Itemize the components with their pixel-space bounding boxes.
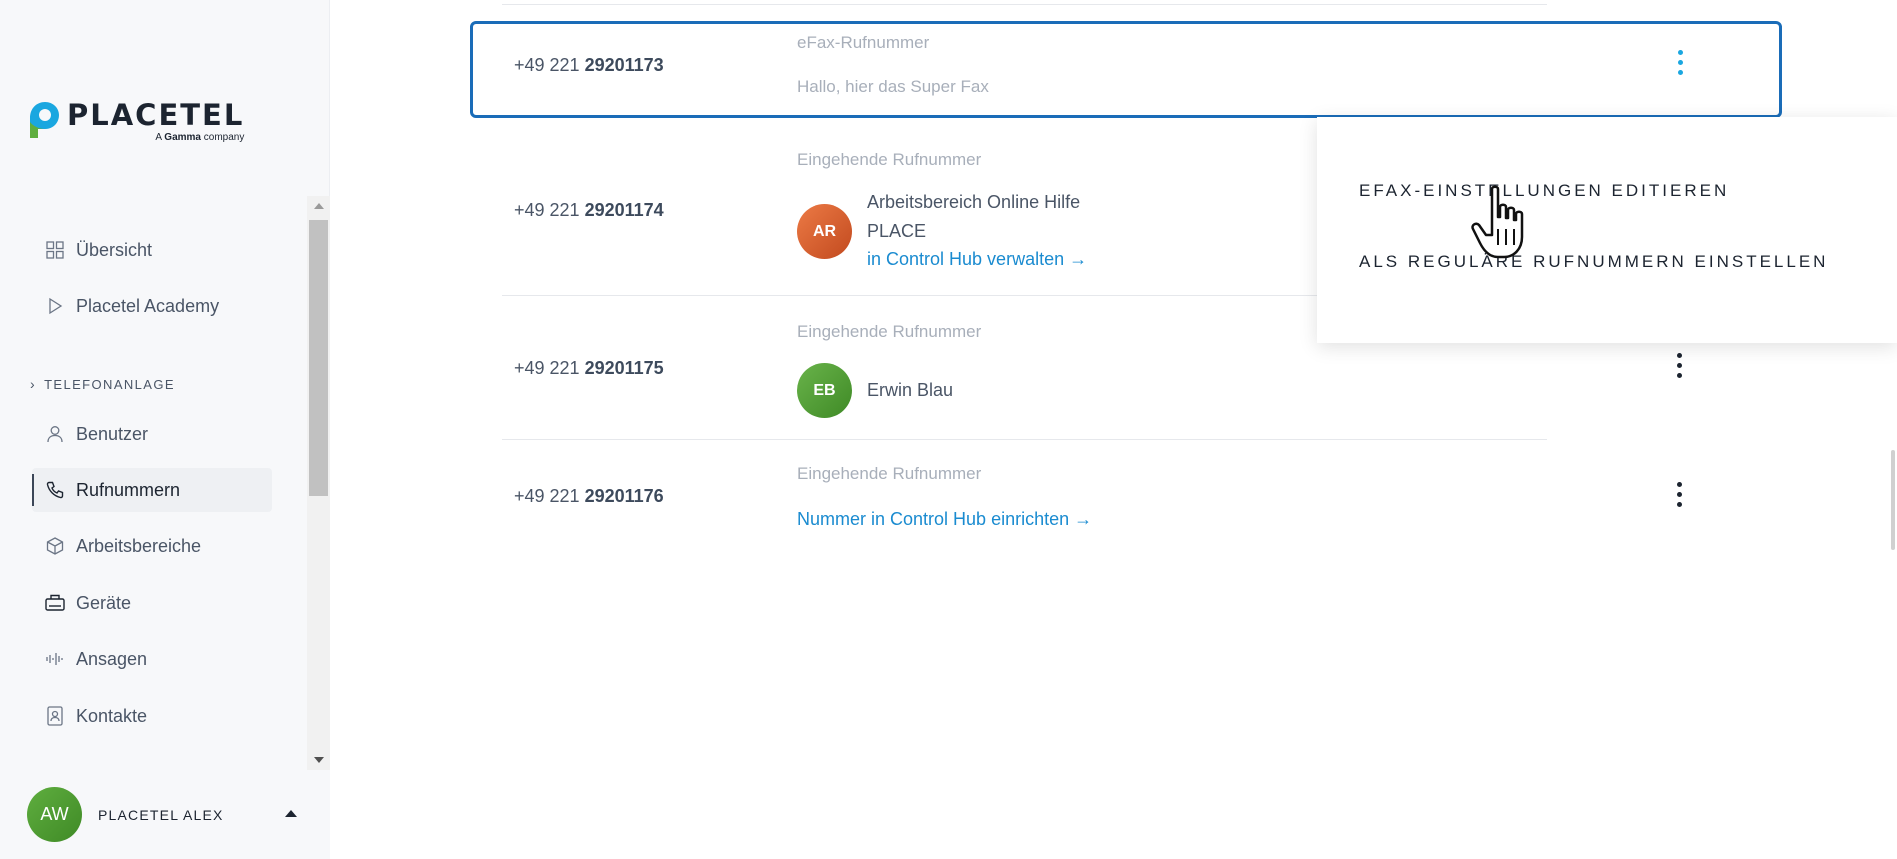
contacts-icon — [44, 705, 66, 727]
user-name: Erwin Blau — [867, 380, 954, 400]
scroll-up-arrow-icon[interactable] — [307, 196, 330, 216]
sidebar-item-rufnummern[interactable]: Rufnummern — [32, 468, 272, 512]
avatar: AW — [27, 787, 82, 842]
sidebar-scrollbar[interactable] — [307, 196, 330, 770]
device-icon — [44, 592, 66, 614]
sidebar-item-label: Ansagen — [76, 648, 148, 669]
placetel-logo[interactable]: PLACETEL A Gamma company — [27, 100, 244, 143]
menu-item-set-regular[interactable]: ALS REGULÄRE RUFNUMMERN EINSTELLEN — [1359, 252, 1828, 272]
number-type: Eingehende Rufnummer — [797, 464, 982, 483]
more-options-icon[interactable] — [1675, 50, 1685, 75]
sidebar-item-label: Arbeitsbereiche — [76, 535, 202, 556]
grid-icon — [44, 239, 66, 261]
play-icon — [44, 295, 66, 317]
more-options-icon[interactable] — [1674, 482, 1684, 507]
number-type: eFax-Rufnummer — [797, 33, 930, 52]
page-scrollbar[interactable] — [1891, 450, 1895, 550]
phone-number: +49 221 29201173 — [514, 55, 664, 75]
logo-tagline: A Gamma company — [155, 132, 245, 143]
sidebar-item-label: Placetel Academy — [76, 295, 220, 316]
sidebar-item-benutzer[interactable]: Benutzer — [32, 412, 272, 456]
user-profile-bar[interactable]: AW PLACETEL ALEX — [0, 770, 330, 859]
phone-number: +49 221 29201176 — [514, 486, 664, 506]
divider — [502, 4, 1547, 5]
chevron-right-icon: › — [30, 376, 37, 392]
number-description: Hallo, hier das Super Fax — [797, 77, 989, 96]
sidebar-item-label: Geräte — [76, 592, 132, 613]
sidebar-item-label: Benutzer — [76, 423, 149, 444]
control-hub-setup-link[interactable]: Nummer in Control Hub einrichten → — [797, 509, 1092, 530]
sidebar-item-kontakte[interactable]: Kontakte — [32, 694, 272, 738]
caret-up-icon[interactable] — [285, 810, 297, 817]
user-name: PLACETEL ALEX — [98, 806, 224, 823]
section-telefonanlage[interactable]: › TELEFONANLAGE — [30, 376, 175, 392]
section-label: TELEFONANLAGE — [44, 376, 175, 392]
context-menu: EFAX-EINSTELLUNGEN EDITIEREN ALS REGULÄR… — [1317, 117, 1897, 343]
sidebar-item-label: Kontakte — [76, 705, 148, 726]
sidebar-nav: Übersicht Placetel Academy › TELEFONANLA… — [0, 196, 330, 770]
scroll-down-arrow-icon[interactable] — [307, 750, 330, 770]
logo-mark-icon — [27, 100, 61, 140]
workspace-name: Arbeitsbereich Online Hilfe — [867, 192, 1081, 212]
sidebar-item-uebersicht[interactable]: Übersicht — [32, 228, 272, 272]
workspace-name-line2: PLACE — [867, 221, 927, 241]
sidebar-item-ansagen[interactable]: Ansagen — [32, 637, 272, 681]
sidebar-item-geraete[interactable]: Geräte — [32, 581, 272, 625]
number-row-selected[interactable]: +49 221 29201173 eFax-Rufnummer Hallo, h… — [470, 21, 1782, 118]
avatar: EB — [797, 363, 852, 418]
sidebar-item-label: Übersicht — [76, 239, 153, 260]
more-options-icon[interactable] — [1674, 353, 1684, 378]
sidebar: PLACETEL A Gamma company Übersicht Place… — [0, 0, 330, 859]
number-type: Eingehende Rufnummer — [797, 150, 982, 169]
scrollbar-thumb[interactable] — [309, 220, 328, 496]
sidebar-item-placetel-academy[interactable]: Placetel Academy — [32, 284, 272, 328]
user-icon — [44, 423, 66, 445]
hand-cursor-icon — [1470, 185, 1540, 265]
number-type: Eingehende Rufnummer — [797, 322, 982, 341]
waveform-icon — [44, 648, 66, 670]
phone-number: +49 221 29201175 — [514, 358, 664, 378]
cube-icon — [44, 535, 66, 557]
phone-icon — [44, 479, 66, 501]
sidebar-item-arbeitsbereiche[interactable]: Arbeitsbereiche — [32, 524, 272, 568]
number-row[interactable]: +49 221 29201176 Eingehende Rufnummer Nu… — [502, 440, 1682, 550]
logo-wordmark: PLACETEL — [67, 98, 245, 132]
menu-item-edit-efax[interactable]: EFAX-EINSTELLUNGEN EDITIEREN — [1359, 181, 1729, 201]
avatar: AR — [797, 204, 852, 259]
control-hub-link[interactable]: in Control Hub verwalten → — [867, 249, 1087, 270]
phone-number: +49 221 29201174 — [514, 200, 664, 220]
sidebar-item-label: Rufnummern — [76, 479, 181, 500]
